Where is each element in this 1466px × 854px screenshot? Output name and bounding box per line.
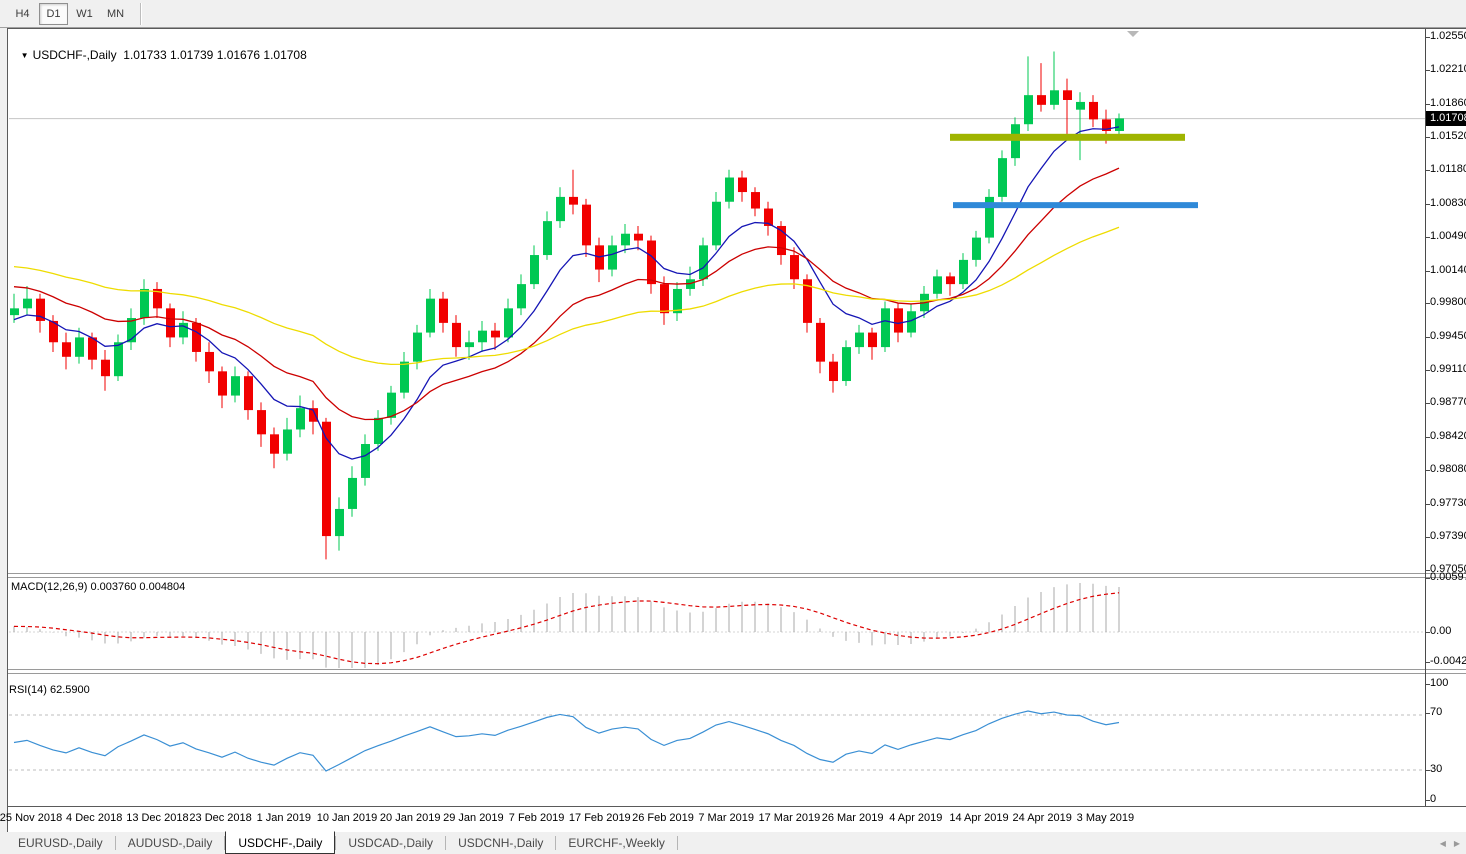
price-chart-canvas[interactable] xyxy=(0,29,1425,573)
pane-splitter[interactable] xyxy=(8,573,1466,578)
axis-tick xyxy=(1426,578,1430,579)
axis-tick xyxy=(1426,632,1430,633)
axis-tick xyxy=(1426,37,1430,38)
date-axis-label: 7 Feb 2019 xyxy=(508,812,565,824)
axis-tick xyxy=(1426,136,1430,138)
tab-scroll-right-icon[interactable]: ▶ xyxy=(1454,839,1460,848)
current-price-tag: 1.01708 xyxy=(1426,110,1466,126)
macd-axis-label: -0.004243 xyxy=(1430,655,1466,667)
price-axis-label: 1.01520 xyxy=(1430,129,1466,142)
date-axis-label: 1 Jan 2019 xyxy=(256,812,312,824)
date-axis-label: 7 Mar 2019 xyxy=(698,812,755,824)
axis-tick xyxy=(1426,403,1430,405)
macd-axis-label: 0.00597 xyxy=(1430,571,1466,583)
date-axis-label: 3 May 2019 xyxy=(1076,812,1135,824)
date-axis-label: 26 Feb 2019 xyxy=(632,812,694,824)
price-axis-label: 0.97730 xyxy=(1430,497,1466,510)
price-axis-label: 0.98080 xyxy=(1430,463,1466,476)
price-axis-label: 1.00490 xyxy=(1430,229,1466,242)
date-axis-label: 20 Jan 2019 xyxy=(379,812,441,824)
price-axis-label: 1.01180 xyxy=(1430,162,1466,175)
level-line-support-blue xyxy=(953,202,1198,209)
price-axis-label: 1.02210 xyxy=(1430,62,1466,75)
axis-tick xyxy=(1426,236,1430,238)
axis-tick xyxy=(1426,537,1430,539)
rsi-indicator-label: RSI(14) 62.5900 xyxy=(9,684,90,696)
date-axis-label: 14 Apr 2019 xyxy=(949,812,1009,824)
axis-tick xyxy=(1426,770,1430,771)
tab-usdchf-daily[interactable]: USDCHF-,Daily xyxy=(225,831,336,854)
rsi-axis-label: 70 xyxy=(1430,706,1443,718)
chart-title: ▼ USDCHF-,Daily 1.01733 1.01739 1.01676 1… xyxy=(14,34,307,62)
tab-eurchf-weekly[interactable]: EURCHF-,Weekly xyxy=(556,832,676,854)
tab-usdcnh-daily[interactable]: USDCNH-,Daily xyxy=(446,832,555,854)
price-axis-label: 1.00830 xyxy=(1430,196,1466,209)
axis-tick xyxy=(1426,800,1430,801)
macd-chart-canvas[interactable] xyxy=(0,576,1425,669)
tab-usdcad-daily[interactable]: USDCAD-,Daily xyxy=(336,832,445,854)
date-axis-label: 17 Mar 2019 xyxy=(758,812,821,824)
axis-tick xyxy=(1426,103,1430,105)
timeframe-button-h4[interactable]: H4 xyxy=(8,3,37,25)
macd-axis-label: 0.00 xyxy=(1430,625,1452,637)
tab-scroll-left-icon[interactable]: ◀ xyxy=(1440,839,1446,848)
chart-symbol-period: USDCHF-,Daily xyxy=(32,48,117,62)
rsi-axis-label: 0 xyxy=(1430,793,1437,805)
date-axis-label: 17 Feb 2019 xyxy=(568,812,631,824)
timeframe-button-mn[interactable]: MN xyxy=(101,3,130,25)
date-axis[interactable]: 25 Nov 2018 4 Dec 2018 13 Dec 2018 23 Dec 2… xyxy=(0,806,1466,832)
axis-tick xyxy=(1426,303,1430,305)
axis-tick xyxy=(1426,713,1430,714)
price-axis-label: 0.99110 xyxy=(1430,363,1466,376)
price-axis-label: 0.97390 xyxy=(1430,530,1466,543)
timeframe-toolbar: H4 D1 W1 MN xyxy=(0,0,1466,28)
axis-tick xyxy=(1426,203,1430,205)
price-axis-label: 0.99800 xyxy=(1430,296,1466,309)
toolbar-separator xyxy=(140,2,142,25)
date-axis-label: 24 Apr 2019 xyxy=(1012,812,1072,824)
axis-tick xyxy=(1426,470,1430,472)
tab-audusd-daily[interactable]: AUDUSD-,Daily xyxy=(116,832,225,854)
axis-tick xyxy=(1426,662,1430,663)
timeframe-button-d1[interactable]: D1 xyxy=(39,2,68,25)
date-axis-label: 26 Mar 2019 xyxy=(821,812,884,824)
timeframe-button-w1[interactable]: W1 xyxy=(70,3,99,25)
axis-tick xyxy=(1426,169,1430,171)
axis-tick xyxy=(1426,437,1430,439)
level-line-resistance-olive xyxy=(950,133,1185,141)
date-axis-label: 25 Nov 2018 xyxy=(0,812,63,824)
price-axis-label: 0.98420 xyxy=(1430,430,1466,443)
date-axis-label: 4 Dec 2018 xyxy=(66,812,123,824)
price-axis-label: 1.01860 xyxy=(1430,96,1466,109)
chart-tab-bar: EURUSD-,Daily AUDUSD-,Daily USDCHF-,Daily U… xyxy=(0,831,1466,854)
rsi-chart-canvas[interactable] xyxy=(0,672,1425,805)
price-axis-label: 1.02550 xyxy=(1430,30,1466,42)
axis-tick xyxy=(1426,684,1430,685)
axis-tick xyxy=(1426,504,1430,506)
axis-tick xyxy=(1426,337,1430,339)
macd-indicator-label: MACD(12,26,9) 0.003760 0.004804 xyxy=(11,581,186,593)
price-axis-label: 1.00140 xyxy=(1430,263,1466,276)
tab-scroll-controls: ◀ ▶ xyxy=(1440,832,1460,854)
price-axis-label: 0.99450 xyxy=(1430,330,1466,343)
price-axis-label: 0.98770 xyxy=(1430,396,1466,409)
value-axis[interactable]: 1.01708 1.02550 1.02210 1.01860 1.01520 1.01… xyxy=(1425,29,1466,806)
chart-ohlc-values: 1.01733 1.01739 1.01676 1.01708 xyxy=(123,48,307,62)
axis-tick xyxy=(1426,69,1430,71)
tab-separator xyxy=(676,836,678,850)
symbol-dropdown-icon[interactable]: ▼ xyxy=(21,51,29,60)
axis-tick xyxy=(1426,270,1430,272)
date-axis-label: 10 Jan 2019 xyxy=(316,812,378,824)
pane-splitter[interactable] xyxy=(8,669,1466,674)
date-axis-label: 29 Jan 2019 xyxy=(443,812,504,824)
rsi-axis-label: 30 xyxy=(1430,763,1443,775)
tab-eurusd-daily[interactable]: EURUSD-,Daily xyxy=(6,832,115,854)
date-axis-label: 13 Dec 2018 xyxy=(126,812,189,824)
axis-tick xyxy=(1426,370,1430,372)
rsi-axis-label: 100 xyxy=(1430,677,1449,689)
date-axis-label: 4 Apr 2019 xyxy=(889,812,943,824)
date-axis-label: 23 Dec 2018 xyxy=(189,812,252,824)
